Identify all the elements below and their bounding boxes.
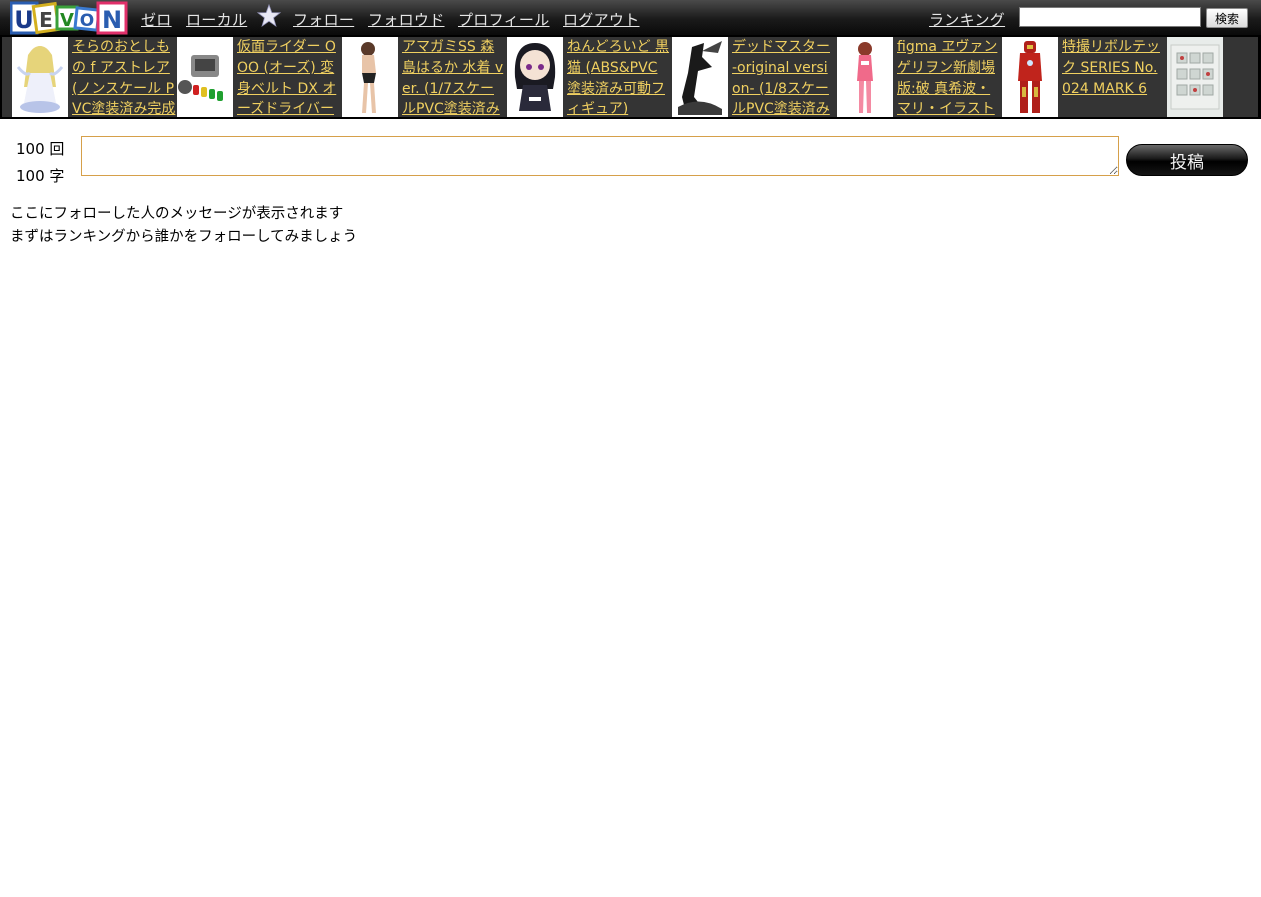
nav-zero-link[interactable]: ゼロ (141, 9, 172, 30)
driver-belt-icon[interactable] (177, 37, 233, 117)
nav-follow-link[interactable]: フォロー (293, 9, 354, 30)
svg-text:V: V (60, 10, 74, 31)
svg-text:U: U (14, 6, 34, 34)
site-logo[interactable]: U E V O N (10, 1, 128, 35)
empty-message-line: ここにフォローした人のメッセージが表示されます (10, 206, 344, 222)
search-button[interactable]: 検索 (1206, 8, 1248, 28)
search-input[interactable] (1019, 7, 1201, 27)
post-button[interactable]: 投稿 (1126, 144, 1248, 176)
product-title-link[interactable] (1227, 37, 1261, 117)
remaining-chars-count: 100 字 (16, 167, 65, 185)
svg-text:N: N (102, 6, 122, 34)
product-title-link[interactable]: ねんどろいど 黒猫 (ABS&PVC塗装済み可動フィギュア) (567, 37, 671, 117)
nav-ranking-link[interactable]: ランキング (929, 9, 1005, 30)
timeline-empty-message: ここにフォローした人のメッセージが表示されます まずはランキングから誰かをフォロ… (10, 203, 357, 249)
post-textarea[interactable] (81, 136, 1119, 176)
figure-plugsuit-icon[interactable] (837, 37, 893, 117)
figure-nendoroid-icon[interactable] (507, 37, 563, 117)
product-title-link[interactable]: figma ヱヴァンゲリヲン新劇場版:破 真希波・マリ・イラストリアス (897, 37, 1001, 117)
product-title-link[interactable]: デッドマスター -original version- (1/8スケールPVC塗装… (732, 37, 836, 117)
product-title-link[interactable]: 特撮リボルテック SERIES No.024 MARK 6 (1062, 37, 1166, 117)
top-nav-bar: U E V O N ゼロ ローカル フォロー フォロウド プロフィール ログアウ… (0, 0, 1261, 35)
svg-text:O: O (80, 11, 94, 31)
product-title-link[interactable]: そらのおとしもの f アストレア (ノンスケール PVC塗装済み完成品) (72, 37, 176, 117)
nav-local-link[interactable]: ローカル (186, 9, 247, 30)
nav-followed-link[interactable]: フォロウド (368, 9, 445, 30)
svg-text:E: E (39, 8, 53, 32)
figure-deadmaster-icon[interactable] (672, 37, 728, 117)
empty-message-hint: まずはランキングから誰かをフォローしてみましょう (10, 229, 358, 245)
remaining-posts-count: 100 回 (16, 140, 65, 158)
post-counters: 100 回 100 字 (16, 136, 64, 190)
product-title-link[interactable]: 仮面ライダー OOO (オーズ) 変身ベルト DX オーズドライバー (237, 37, 341, 117)
star-icon[interactable] (257, 4, 281, 28)
figure-ironman-icon[interactable] (1002, 37, 1058, 117)
figure-angel-icon[interactable] (12, 37, 68, 117)
nav-logout-link[interactable]: ログアウト (563, 9, 640, 30)
figure-swimsuit-icon[interactable] (342, 37, 398, 117)
product-title-link[interactable]: アマガミSS 森島はるか 水着 ver. (1/7スケールPVC塗装済み完成品) (402, 37, 506, 117)
nav-profile-link[interactable]: プロフィール (458, 9, 550, 30)
medal-set-icon[interactable] (1167, 37, 1223, 117)
